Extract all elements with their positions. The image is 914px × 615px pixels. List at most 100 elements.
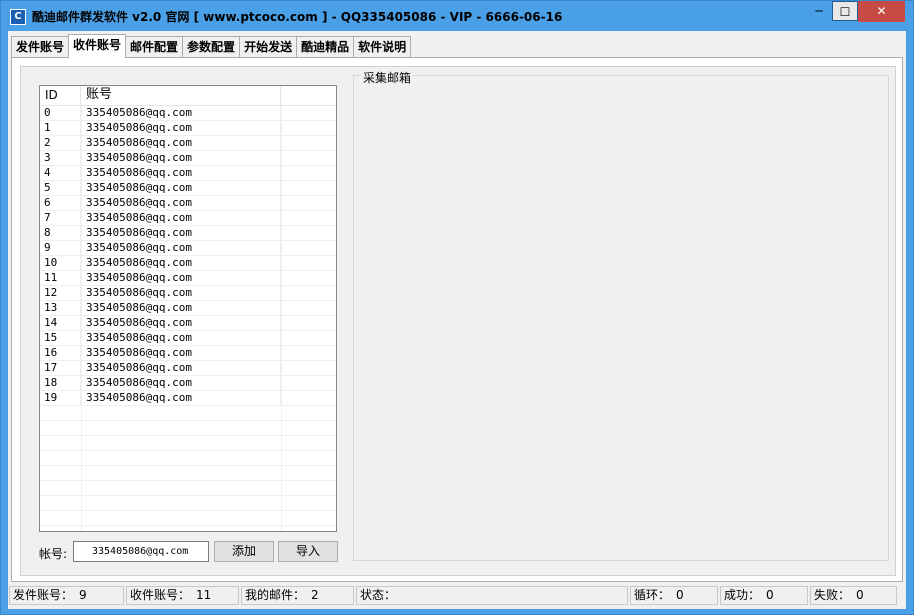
cell-id: 6 [40,196,81,210]
table-row[interactable]: 16 335405086@qq.com [40,346,336,361]
cell-account: 335405086@qq.com [81,361,281,375]
cell-extra [281,121,336,135]
status-label: 发件账号： [13,588,74,602]
window-title: 酷迪邮件群发软件 v2.0 官网 [ www.ptcoco.com ] - QQ… [32,10,563,24]
cell-id: 11 [40,271,81,285]
tab-start-send[interactable]: 开始发送 [239,36,298,57]
table-row[interactable]: 7 335405086@qq.com [40,211,336,226]
cell-id: 15 [40,331,81,345]
cell-id: 16 [40,346,81,360]
import-button[interactable]: 导入 [278,541,338,562]
cell-account: 335405086@qq.com [81,376,281,390]
cell-account: 335405086@qq.com [81,346,281,360]
cell-extra [281,166,336,180]
cell-extra [281,106,336,120]
status-bar: 发件账号： 9 收件账号： 11 我的邮件： 2 状态： 循环： 0 成功： 0 失败： 0 [9,584,905,606]
cell-extra [281,226,336,240]
account-input[interactable]: 335405086@qq.com [73,541,209,562]
tab-send-accounts[interactable]: 发件账号 [11,36,70,57]
tab-recv-accounts[interactable]: 收件账号 [68,34,127,58]
cell-id: 19 [40,391,81,405]
client-area: 发件账号 收件账号 邮件配置 参数配置 开始发送 酷迪精品 软件说明 ID 账号… [8,31,906,609]
tab-strip: 发件账号 收件账号 邮件配置 参数配置 开始发送 酷迪精品 软件说明 [11,34,412,58]
collect-mailbox-title: 采集邮箱 [361,69,414,86]
table-row[interactable]: 14 335405086@qq.com [40,316,336,331]
cell-id: 4 [40,166,81,180]
status-label: 失败： [814,588,851,602]
table-row[interactable]: 8 335405086@qq.com [40,226,336,241]
cell-extra [281,376,336,390]
table-row[interactable]: 6 335405086@qq.com [40,196,336,211]
app-icon[interactable]: C [10,9,26,25]
cell-extra [281,301,336,315]
cell-id: 5 [40,181,81,195]
column-header-id[interactable]: ID [40,86,81,105]
tab-software-help[interactable]: 软件说明 [353,36,412,57]
cell-extra [281,241,336,255]
cell-account: 335405086@qq.com [81,316,281,330]
cell-account: 335405086@qq.com [81,241,281,255]
cell-extra [281,361,336,375]
content-panel: ID 账号 0 335405086@qq.com 1 335405086@qq.co… [20,66,896,576]
status-success: 成功： 0 [720,586,808,605]
table-row[interactable]: 17 335405086@qq.com [40,361,336,376]
cell-account: 335405086@qq.com [81,151,281,165]
cell-id: 9 [40,241,81,255]
cell-id: 12 [40,286,81,300]
table-row[interactable]: 11 335405086@qq.com [40,271,336,286]
minimize-button[interactable]: ─ [806,1,832,22]
table-row[interactable]: 12 335405086@qq.com [40,286,336,301]
app-window: C 酷迪邮件群发软件 v2.0 官网 [ www.ptcoco.com ] - … [0,0,914,615]
cell-account: 335405086@qq.com [81,181,281,195]
table-row[interactable]: 4 335405086@qq.com [40,166,336,181]
tab-kudi-products[interactable]: 酷迪精品 [296,36,355,57]
table-row[interactable]: 0 335405086@qq.com [40,106,336,121]
cell-extra [281,316,336,330]
status-value: 2 [311,588,319,602]
cell-account: 335405086@qq.com [81,136,281,150]
status-label: 我的邮件： [245,588,306,602]
cell-id: 8 [40,226,81,240]
add-button[interactable]: 添加 [214,541,274,562]
listview-empty-gridlines [40,406,336,531]
cell-extra [281,271,336,285]
cell-extra [281,211,336,225]
account-listview[interactable]: ID 账号 0 335405086@qq.com 1 335405086@qq.co… [39,85,337,532]
cell-account: 335405086@qq.com [81,121,281,135]
maximize-button[interactable]: ☐ [832,1,858,21]
cell-extra [281,196,336,210]
table-row[interactable]: 18 335405086@qq.com [40,376,336,391]
cell-account: 335405086@qq.com [81,166,281,180]
cell-id: 17 [40,361,81,375]
status-value: 0 [676,588,684,602]
close-button[interactable]: ✕ [858,1,905,22]
cell-account: 335405086@qq.com [81,196,281,210]
tab-mail-config[interactable]: 邮件配置 [125,36,184,57]
account-label: 帐号: [39,547,68,561]
table-row[interactable]: 3 335405086@qq.com [40,151,336,166]
table-row[interactable]: 1 335405086@qq.com [40,121,336,136]
status-fail: 失败： 0 [810,586,897,605]
column-header-extra[interactable] [281,86,336,105]
cell-id: 18 [40,376,81,390]
cell-account: 335405086@qq.com [81,301,281,315]
cell-extra [281,391,336,405]
cell-id: 2 [40,136,81,150]
column-header-account[interactable]: 账号 [81,86,281,105]
table-row[interactable]: 10 335405086@qq.com [40,256,336,271]
status-label: 收件账号： [130,588,191,602]
cell-extra [281,331,336,345]
table-row[interactable]: 15 335405086@qq.com [40,331,336,346]
cell-account: 335405086@qq.com [81,331,281,345]
cell-extra [281,151,336,165]
cell-id: 13 [40,301,81,315]
title-bar[interactable]: C 酷迪邮件群发软件 v2.0 官网 [ www.ptcoco.com ] - … [1,1,913,31]
table-row[interactable]: 5 335405086@qq.com [40,181,336,196]
tab-param-config[interactable]: 参数配置 [182,36,241,57]
table-row[interactable]: 19 335405086@qq.com [40,391,336,406]
table-row[interactable]: 9 335405086@qq.com [40,241,336,256]
cell-account: 335405086@qq.com [81,211,281,225]
cell-account: 335405086@qq.com [81,391,281,405]
table-row[interactable]: 2 335405086@qq.com [40,136,336,151]
table-row[interactable]: 13 335405086@qq.com [40,301,336,316]
